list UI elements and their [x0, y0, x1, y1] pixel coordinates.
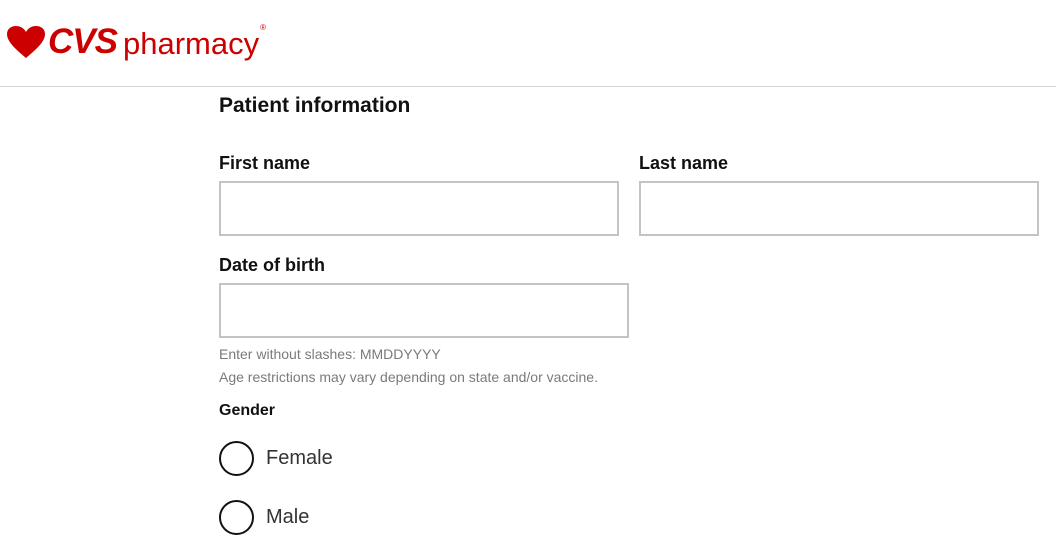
date-of-birth-input[interactable] — [219, 283, 629, 338]
last-name-input[interactable] — [639, 181, 1039, 236]
first-name-label: First name — [219, 153, 311, 173]
male-radio-label[interactable]: Male — [266, 506, 309, 529]
logo-brand-text: CVS — [48, 22, 118, 61]
gender-label: Gender — [219, 402, 276, 419]
female-radio-label[interactable]: Female — [266, 447, 333, 470]
female-radio-button[interactable] — [219, 441, 254, 476]
date-of-birth-label: Date of birth — [219, 255, 325, 275]
male-radio-button[interactable] — [219, 500, 254, 535]
first-name-input[interactable] — [219, 181, 619, 236]
date-format-hint: Enter without slashes: MMDDYYYY — [219, 346, 441, 362]
last-name-label: Last name — [639, 153, 729, 173]
age-restriction-hint: Age restrictions may vary depending on s… — [219, 369, 598, 385]
patient-information-form: Patient information First name Last name… — [219, 0, 1049, 559]
gender-option-male[interactable]: Male — [219, 500, 309, 535]
gender-option-female[interactable]: Female — [219, 441, 333, 476]
section-title: Patient information — [219, 94, 411, 117]
heart-icon — [7, 25, 45, 58]
